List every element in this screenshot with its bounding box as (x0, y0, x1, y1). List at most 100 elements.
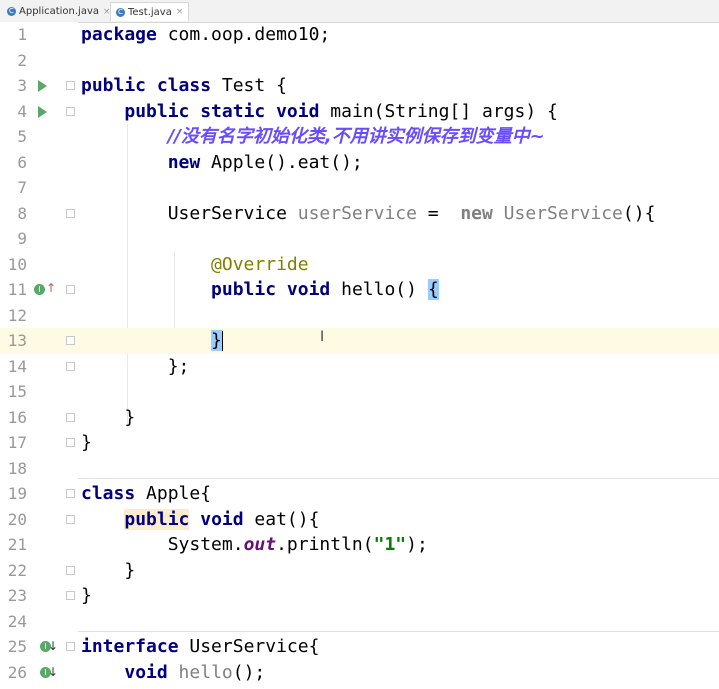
line-number: 5 (17, 127, 27, 146)
code-line[interactable]: 15 (0, 379, 719, 405)
code-line[interactable]: 25 I ↓ interface UserService{ (0, 634, 719, 660)
line-number: 23 (7, 586, 27, 605)
code-line[interactable]: 20 public void eat(){ (0, 507, 719, 533)
keyword: interface (81, 636, 179, 657)
fold-icon[interactable] (66, 489, 75, 498)
line-number: 9 (17, 229, 27, 248)
run-icon[interactable] (38, 80, 47, 92)
code-token: hello (167, 661, 233, 683)
code-text: interface UserService{ (81, 634, 319, 660)
code-line[interactable]: 12 (0, 303, 719, 329)
close-icon[interactable]: × (176, 7, 184, 17)
code-text: public class Test { (81, 73, 287, 99)
annotation: @Override (211, 253, 309, 275)
line-number: 19 (7, 484, 27, 503)
fold-icon[interactable] (66, 106, 75, 116)
code-text: void hello(); (81, 660, 265, 686)
code-line[interactable]: 3 public class Test { (0, 73, 719, 99)
fold-icon[interactable] (66, 361, 75, 371)
code-line[interactable]: 19 class Apple{ (0, 481, 719, 507)
code-text: public static void main(String[] args) { (81, 99, 558, 125)
tab-application-java[interactable]: C Application.java × (2, 2, 116, 21)
keyword: class (81, 483, 136, 504)
line-number: 1 (17, 25, 27, 44)
line-number: 3 (17, 76, 27, 95)
fold-icon[interactable] (66, 565, 75, 575)
fold-icon[interactable] (66, 336, 75, 345)
fold-icon[interactable] (66, 81, 75, 90)
code-line[interactable]: 22 } (0, 558, 719, 584)
code-text: } (81, 558, 135, 584)
code-line[interactable]: 26 I ↓ void hello(); (0, 660, 719, 686)
fold-icon[interactable] (66, 208, 75, 218)
line-number: 18 (7, 458, 27, 478)
code-line[interactable]: 16 } (0, 405, 719, 431)
code-token: main(String[] args) { (319, 100, 558, 122)
fold-icon[interactable] (66, 412, 75, 422)
code-token: (){ (622, 202, 656, 224)
line-number: 21 (7, 535, 27, 554)
fold-icon[interactable] (66, 514, 75, 524)
code-line[interactable]: 8 UserService userService = new UserServ… (0, 201, 719, 227)
code-text: UserService userService = new UserServic… (81, 201, 656, 227)
code-text: System.out.println("1"); (81, 532, 428, 558)
code-token: UserService{ (178, 636, 320, 657)
code-line[interactable]: 4 public static void main(String[] args)… (0, 99, 719, 125)
matched-brace: { (427, 279, 439, 300)
fold-icon[interactable] (66, 285, 75, 294)
tab-test-java[interactable]: C Test.java × (110, 2, 190, 21)
fold-icon[interactable] (66, 591, 75, 600)
code-text: } (81, 328, 223, 354)
code-token: } (81, 432, 92, 453)
keyword: public static void (124, 100, 320, 122)
line-number: 12 (7, 305, 27, 325)
code-line[interactable]: 14 }; (0, 354, 719, 380)
code-line[interactable]: 18 (0, 456, 719, 482)
text-caret (221, 331, 223, 351)
run-icon[interactable] (38, 105, 47, 118)
code-token: (); (232, 661, 266, 683)
code-line[interactable]: 23 } (0, 583, 719, 609)
code-line[interactable]: 24 (0, 609, 719, 635)
mouse-text-cursor-icon: I (320, 329, 325, 345)
code-line[interactable]: 17 } (0, 430, 719, 456)
code-token: eat(){ (243, 508, 320, 530)
fold-icon[interactable] (66, 438, 75, 447)
code-line[interactable]: 5 //没有名字初始化类,不用讲实例保存到变量中~ (0, 124, 719, 150)
code-line[interactable]: 9 (0, 226, 719, 252)
code-token: UserService (167, 202, 298, 224)
string-literal: "1" (373, 534, 407, 555)
arrow-up-icon: ↑ (46, 281, 57, 295)
comment: //没有名字初始化类,不用讲实例保存到变量中~ (167, 126, 545, 147)
code-line[interactable]: 7 (0, 175, 719, 201)
line-number: 2 (17, 50, 27, 70)
code-line[interactable]: 21 System.out.println("1"); (0, 532, 719, 558)
code-line[interactable]: 6 new Apple().eat(); (0, 150, 719, 176)
line-number: 16 (7, 407, 27, 427)
code-token: } (81, 585, 92, 606)
code-text: //没有名字初始化类,不用讲实例保存到变量中~ (81, 124, 545, 150)
code-line[interactable]: 11 I ↑ public void hello() { (0, 277, 719, 303)
code-line[interactable]: 10 @Override (0, 252, 719, 278)
editor-tab-bar: C Application.java × C Test.java × (0, 0, 719, 23)
code-token: .println( (276, 534, 374, 555)
current-line[interactable]: 13 } (0, 328, 719, 354)
keyword: package (81, 24, 157, 45)
unused-variable: userService (297, 202, 417, 224)
code-line[interactable]: 2 (0, 48, 719, 74)
code-token: = (416, 202, 461, 224)
line-number: 8 (17, 203, 27, 223)
line-number: 11 (7, 280, 27, 299)
code-line[interactable]: 1 package com.oop.demo10; (0, 22, 719, 48)
implements-method-icon[interactable]: I (34, 284, 45, 295)
code-token: UserService (492, 202, 623, 224)
fold-icon[interactable] (66, 642, 75, 651)
keyword: new (460, 202, 493, 224)
code-editor[interactable]: 1 package com.oop.demo10; 2 3 public cla… (0, 22, 719, 689)
code-text: @Override (81, 252, 309, 278)
code-token: com.oop.demo10; (156, 24, 331, 45)
